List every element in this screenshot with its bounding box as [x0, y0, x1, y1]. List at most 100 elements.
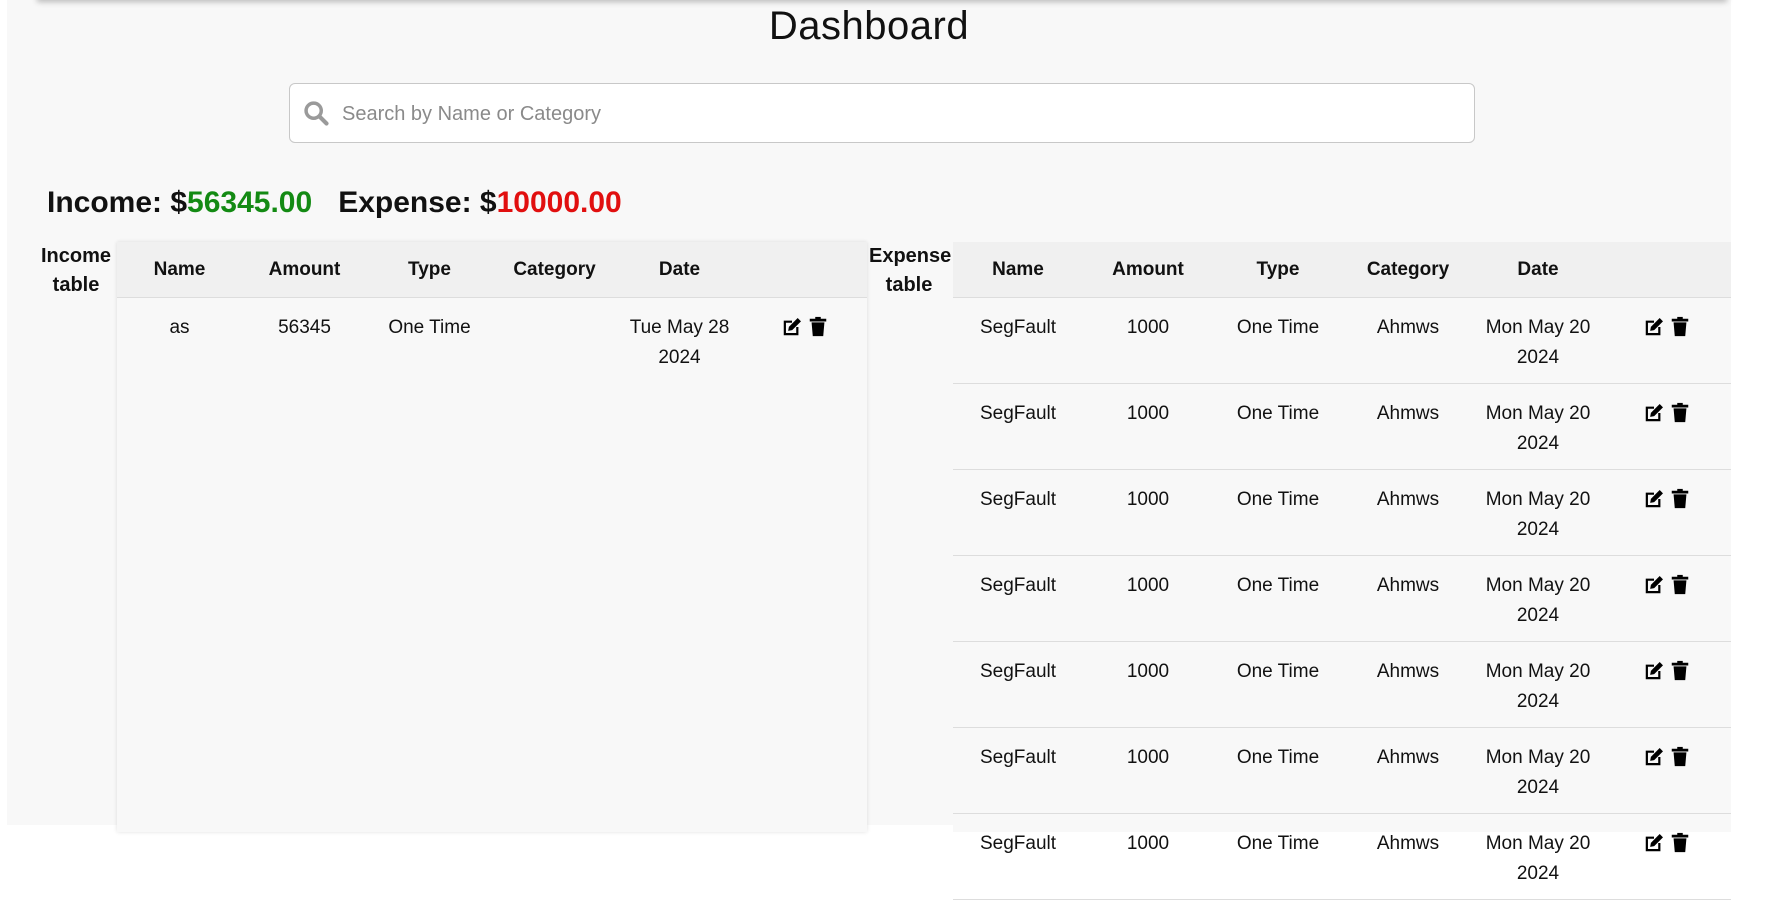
cell-actions: [1603, 727, 1731, 814]
cell-type: One Time: [388, 317, 471, 338]
cell-actions: [1603, 641, 1731, 728]
trash-icon[interactable]: [1669, 316, 1691, 338]
cell-category: Ahmws: [1343, 813, 1473, 900]
search-box[interactable]: [289, 83, 1475, 144]
col-header-date: Date: [1473, 242, 1603, 298]
edit-icon[interactable]: [1643, 660, 1665, 682]
cell-category: [492, 298, 617, 384]
income-total: 56345.00: [187, 186, 313, 219]
cell-category: Ahmws: [1343, 469, 1473, 556]
edit-icon[interactable]: [1643, 316, 1665, 338]
edit-icon[interactable]: [781, 316, 803, 338]
cell-amount: 1000: [1083, 813, 1213, 900]
trash-icon[interactable]: [1669, 574, 1691, 596]
col-header-name: Name: [117, 242, 242, 298]
dashboard-page: Dashboard Income: $56345.00Expense: $100…: [7, 0, 1731, 900]
cell-type: One Time: [1213, 469, 1343, 556]
income-table-caption: Income table: [40, 245, 112, 296]
edit-icon[interactable]: [1643, 574, 1665, 596]
page-title: Dashboard: [768, 4, 970, 48]
trash-icon[interactable]: [807, 316, 829, 338]
expense-table-container: Name Amount Type Category Date SegFault 1…: [953, 242, 1731, 900]
edit-icon[interactable]: [1643, 402, 1665, 424]
col-header-date: Date: [617, 242, 742, 298]
cell-date: Mon May 20 2024: [1473, 555, 1603, 642]
income-table-container: Name Amount Type Category Date as 56345 On…: [117, 242, 867, 832]
row-actions: [1643, 574, 1691, 596]
edit-icon[interactable]: [1643, 832, 1665, 854]
cell-amount: 1000: [1083, 555, 1213, 642]
cell-category: Ahmws: [1343, 641, 1473, 728]
cell-date: Mon May 20 2024: [1473, 727, 1603, 814]
edit-icon[interactable]: [1643, 488, 1665, 510]
cell-amount: 1000: [1083, 727, 1213, 814]
cell-type: One Time: [1213, 555, 1343, 642]
cell-amount: 1000: [1083, 469, 1213, 556]
trash-icon[interactable]: [1669, 402, 1691, 424]
trash-icon[interactable]: [1669, 746, 1691, 768]
col-header-type: Type: [1213, 242, 1343, 298]
cell-actions: [1603, 469, 1731, 556]
cell-date: Tue May 28 2024: [629, 317, 730, 368]
cell-name: SegFault: [953, 641, 1083, 728]
row-actions: [1643, 832, 1691, 854]
table-row: SegFault 1000 One Time Ahmws Mon May 20 2024: [953, 727, 1731, 814]
trash-icon[interactable]: [1669, 832, 1691, 854]
trash-icon[interactable]: [1669, 660, 1691, 682]
cell-type: One Time: [1213, 297, 1343, 384]
expense-table-caption: Expense table: [869, 245, 952, 296]
cell-name: SegFault: [953, 383, 1083, 470]
row-actions: [1643, 402, 1691, 424]
cell-type: One Time: [1213, 813, 1343, 900]
cell-category: Ahmws: [1343, 555, 1473, 642]
table-row: SegFault 1000 One Time Ahmws Mon May 20 2024: [953, 469, 1731, 556]
cell-amount: 56345: [278, 317, 331, 338]
col-header-actions: [1603, 242, 1731, 298]
cell-name: as: [169, 317, 190, 338]
cell-name: SegFault: [953, 727, 1083, 814]
search-icon: [304, 101, 329, 126]
cell-actions: [742, 298, 867, 384]
table-row: SegFault 1000 One Time Ahmws Mon May 20 2024: [953, 383, 1731, 470]
cell-category: Ahmws: [1343, 297, 1473, 384]
row-actions: [781, 316, 829, 338]
cell-name: SegFault: [953, 469, 1083, 556]
cell-name: SegFault: [953, 813, 1083, 900]
table-row: SegFault 1000 One Time Ahmws Mon May 20 2024: [953, 641, 1731, 728]
cell-category: Ahmws: [1343, 727, 1473, 814]
table-row: SegFault 1000 One Time Ahmws Mon May 20 2024: [953, 813, 1731, 900]
cell-amount: 1000: [1083, 383, 1213, 470]
search-input[interactable]: [340, 84, 1464, 144]
cell-date: Mon May 20 2024: [1473, 383, 1603, 470]
col-header-actions: [742, 242, 867, 298]
col-header-category: Category: [1343, 242, 1473, 298]
cell-date: Mon May 20 2024: [1473, 469, 1603, 556]
row-actions: [1643, 746, 1691, 768]
edit-icon[interactable]: [1643, 746, 1665, 768]
cell-type: One Time: [1213, 641, 1343, 728]
row-actions: [1643, 316, 1691, 338]
cell-actions: [1603, 813, 1731, 900]
cell-type: One Time: [1213, 727, 1343, 814]
cell-type: One Time: [1213, 383, 1343, 470]
expense-table-header: Name Amount Type Category Date: [953, 242, 1731, 298]
income-table-header: Name Amount Type Category Date: [117, 242, 867, 298]
row-actions: [1643, 660, 1691, 682]
table-row: as 56345 One Time Tue May 28 2024: [117, 298, 867, 384]
table-row: SegFault 1000 One Time Ahmws Mon May 20 2024: [953, 555, 1731, 642]
income-table: Name Amount Type Category Date as 56345 On…: [117, 242, 867, 383]
cell-date: Mon May 20 2024: [1473, 813, 1603, 900]
cell-actions: [1603, 555, 1731, 642]
cell-actions: [1603, 383, 1731, 470]
cell-actions: [1603, 297, 1731, 384]
cell-category: Ahmws: [1343, 383, 1473, 470]
trash-icon[interactable]: [1669, 488, 1691, 510]
cell-name: SegFault: [953, 297, 1083, 384]
col-header-category: Category: [492, 242, 617, 298]
income-label: Income: $: [47, 186, 188, 219]
cell-date: Mon May 20 2024: [1473, 641, 1603, 728]
cell-name: SegFault: [953, 555, 1083, 642]
col-header-amount: Amount: [242, 242, 367, 298]
totals-summary: Income: $56345.00 Expense: $10000.00: [47, 186, 622, 220]
col-header-type: Type: [367, 242, 492, 298]
